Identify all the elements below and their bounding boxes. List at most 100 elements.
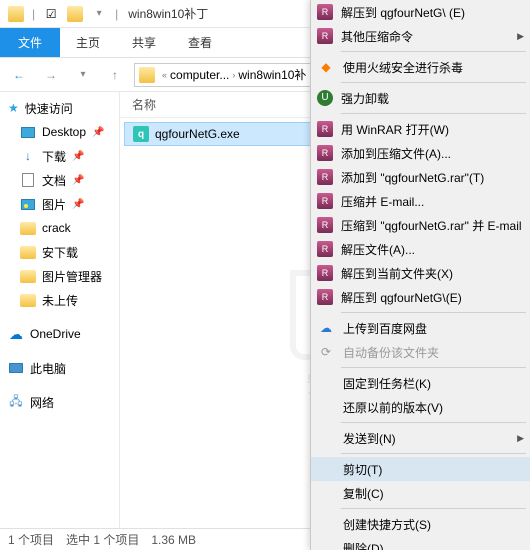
blank-icon: [317, 374, 335, 392]
nav-crack[interactable]: crack: [0, 216, 119, 240]
menu-separator: [341, 367, 526, 368]
menu-compress-to-email[interactable]: R 压缩到 "qgfourNetG.rar" 并 E-mail: [311, 213, 530, 237]
nav-network[interactable]: 网络: [0, 390, 119, 414]
history-dropdown-icon[interactable]: ▾: [70, 62, 96, 88]
menu-add-archive[interactable]: R添加到压缩文件(A)...: [311, 141, 530, 165]
blank-icon: [317, 460, 335, 478]
nav-notup[interactable]: 未上传: [0, 288, 119, 312]
nav-pane: ★快速访问 Desktop📌 下载📌 文档📌 图片 📌 crack 安下载 图片管…: [0, 92, 120, 528]
tab-home[interactable]: 主页: [60, 28, 116, 57]
nav-desktop[interactable]: Desktop📌: [0, 120, 119, 144]
winrar-icon: R: [317, 28, 333, 44]
crumb-seg1[interactable]: computer...: [170, 68, 229, 82]
menu-force-uninstall[interactable]: U强力卸载: [311, 86, 530, 110]
menu-label: 剪切(T): [343, 461, 382, 478]
nav-anxiazai[interactable]: 安下载: [0, 240, 119, 264]
context-menu: R 解压到 qgfourNetG\ (E) R 其他压缩命令 ▶ ◆使用火绒安全进行杀…: [310, 0, 530, 550]
nav-pictures[interactable]: 图片 📌: [0, 192, 119, 216]
menu-label: 用 WinRAR 打开(W): [341, 121, 449, 138]
tab-share[interactable]: 共享: [116, 28, 172, 57]
nav-label: 安下载: [42, 244, 78, 261]
menu-label: 自动备份该文件夹: [343, 344, 439, 361]
menu-label: 解压到 qgfourNetG\ (E): [341, 4, 465, 21]
qat-properties-icon[interactable]: ☑: [40, 3, 62, 25]
menu-huorong-scan[interactable]: ◆使用火绒安全进行杀毒: [311, 55, 530, 79]
menu-separator: [341, 508, 526, 509]
qat-newfolder-icon[interactable]: [64, 3, 86, 25]
winrar-icon: R: [317, 4, 333, 20]
qat-dropdown-icon[interactable]: ▾: [88, 3, 110, 25]
menu-extract-to-e[interactable]: R 解压到 qgfourNetG\ (E): [311, 0, 530, 24]
menu-open-winrar[interactable]: R 用 WinRAR 打开(W): [311, 117, 530, 141]
back-button[interactable]: ←: [6, 62, 32, 88]
tab-file[interactable]: 文件: [0, 28, 60, 57]
winrar-icon: R: [317, 289, 333, 305]
winrar-icon: R: [317, 217, 333, 233]
nav-label: crack: [42, 221, 71, 235]
menu-shortcut[interactable]: 创建快捷方式(S): [311, 512, 530, 536]
nav-quick-access[interactable]: ★快速访问: [0, 96, 119, 120]
menu-label: 解压文件(A)...: [341, 241, 415, 258]
nav-label: 图片管理器: [42, 268, 102, 285]
folder-icon: [5, 3, 27, 25]
network-icon: [8, 394, 24, 410]
nav-downloads[interactable]: 下载📌: [0, 144, 119, 168]
blank-icon: [317, 515, 335, 533]
crumb-root[interactable]: «: [159, 70, 170, 80]
document-icon: [22, 173, 34, 187]
folder-icon: [20, 270, 36, 283]
nav-thispc[interactable]: 此电脑: [0, 356, 119, 380]
status-count: 1 个项目: [8, 531, 54, 548]
winrar-icon: R: [317, 121, 333, 137]
exe-icon: q: [133, 126, 149, 142]
nav-label: 图片: [42, 196, 66, 213]
status-selection: 选中 1 个项目: [66, 531, 139, 548]
menu-separator: [341, 82, 526, 83]
title-separator: |: [115, 7, 118, 21]
menu-extract-files[interactable]: R解压文件(A)...: [311, 237, 530, 261]
menu-add-to-rar[interactable]: R添加到 "qgfourNetG.rar"(T): [311, 165, 530, 189]
menu-label: 删除(D): [343, 540, 384, 550]
menu-label: 创建快捷方式(S): [343, 516, 431, 533]
status-size: 1.36 MB: [151, 533, 196, 547]
huorong-icon: ◆: [317, 58, 335, 76]
desktop-icon: [21, 127, 35, 138]
menu-label: 还原以前的版本(V): [343, 399, 443, 416]
menu-send-to[interactable]: 发送到(N)▶: [311, 426, 530, 450]
nav-documents[interactable]: 文档📌: [0, 168, 119, 192]
menu-separator: [341, 422, 526, 423]
pin-icon: 📌: [72, 199, 84, 210]
menu-restore-prev[interactable]: 还原以前的版本(V): [311, 395, 530, 419]
crumb-seg2[interactable]: win8win10补: [238, 66, 306, 83]
pc-icon: [9, 363, 23, 373]
backup-icon: ⟳: [317, 343, 335, 361]
forward-button[interactable]: →: [38, 62, 64, 88]
menu-delete[interactable]: 删除(D): [311, 536, 530, 550]
menu-label: 压缩到 "qgfourNetG.rar" 并 E-mail: [341, 217, 522, 234]
nav-onedrive[interactable]: OneDrive: [0, 322, 119, 346]
menu-compress-email[interactable]: R压缩并 E-mail...: [311, 189, 530, 213]
up-button[interactable]: ↑: [102, 62, 128, 88]
baidu-icon: ☁: [317, 319, 335, 337]
menu-separator: [341, 51, 526, 52]
menu-cut[interactable]: 剪切(T): [311, 457, 530, 481]
menu-pin-taskbar[interactable]: 固定到任务栏(K): [311, 371, 530, 395]
menu-label: 其他压缩命令: [341, 28, 413, 45]
menu-extract-here[interactable]: R解压到当前文件夹(X): [311, 261, 530, 285]
menu-label: 添加到压缩文件(A)...: [341, 145, 451, 162]
folder-icon: [20, 246, 36, 259]
pin-icon: 📌: [72, 151, 84, 162]
submenu-arrow-icon: ▶: [517, 433, 524, 444]
nav-picmgr[interactable]: 图片管理器: [0, 264, 119, 288]
menu-label: 解压到 qgfourNetG\(E): [341, 289, 462, 306]
menu-label: 添加到 "qgfourNetG.rar"(T): [341, 169, 484, 186]
menu-other-compress[interactable]: R其他压缩命令▶: [311, 24, 530, 48]
pin-icon: 📌: [72, 175, 84, 186]
nav-label: 快速访问: [25, 100, 73, 117]
menu-upload-baidu[interactable]: ☁上传到百度网盘: [311, 316, 530, 340]
menu-extract-to[interactable]: R 解压到 qgfourNetG\(E): [311, 285, 530, 309]
file-name: qgfourNetG.exe: [155, 127, 240, 141]
nav-label: 未上传: [42, 292, 78, 309]
menu-copy[interactable]: 复制(C): [311, 481, 530, 505]
tab-view[interactable]: 查看: [172, 28, 228, 57]
